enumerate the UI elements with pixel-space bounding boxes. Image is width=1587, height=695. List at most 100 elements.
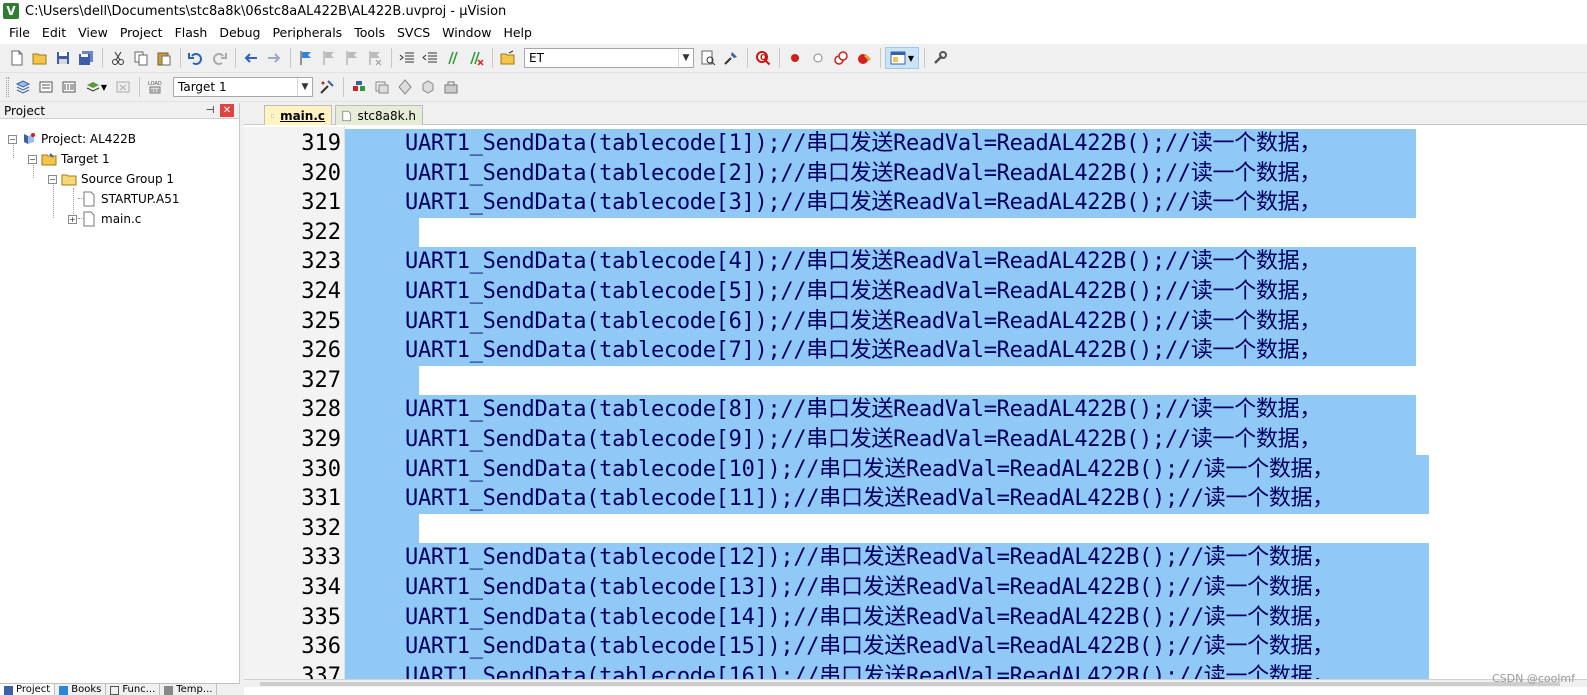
chevron-down-icon[interactable]: ▼ <box>297 78 312 96</box>
uncomment-icon[interactable] <box>465 47 487 69</box>
code-line[interactable]: 325 UART1_SendData(tablecode[6]);//串口发送Re… <box>244 306 1587 337</box>
code-text: UART1_SendData(tablecode[15]);//串口发送Read… <box>405 634 1334 660</box>
manage-rte-icon[interactable] <box>417 76 439 98</box>
configure-icon[interactable] <box>720 47 742 69</box>
tree-file-main[interactable]: + main.c <box>68 209 141 229</box>
code-line[interactable]: 328 UART1_SendData(tablecode[8]);//串口发送Re… <box>244 395 1587 426</box>
build-icon[interactable] <box>35 76 57 98</box>
tree-target-node[interactable]: − Target 1 <box>28 149 110 169</box>
code-line[interactable]: 326 UART1_SendData(tablecode[7]);//串口发送Re… <box>244 336 1587 367</box>
menu-debug[interactable]: Debug <box>213 22 266 44</box>
tab-books[interactable]: Books <box>55 684 107 695</box>
menu-tools[interactable]: Tools <box>348 22 391 44</box>
code-text: UART1_SendData(tablecode[2]);//串口发送ReadV… <box>405 160 1322 186</box>
save-all-button[interactable] <box>75 47 97 69</box>
open-file-button[interactable] <box>29 47 51 69</box>
tab-stc8a8k-h[interactable]: stc8a8k.h <box>335 105 423 125</box>
new-file-button[interactable] <box>6 47 28 69</box>
tree-group-node[interactable]: − Source Group 1 <box>48 169 174 189</box>
horizontal-scrollbar[interactable] <box>244 679 1587 687</box>
code-line[interactable]: 324 UART1_SendData(tablecode[5]);//串口发送Re… <box>244 277 1587 307</box>
bookmark-clear-icon[interactable] <box>364 47 386 69</box>
tab-project[interactable]: Project <box>0 684 56 695</box>
code-line[interactable]: 323 UART1_SendData(tablecode[4]);//串口发送Re… <box>244 247 1587 278</box>
code-line[interactable]: 334 UART1_SendData(tablecode[13]);//串口发送R… <box>244 573 1587 603</box>
tree-project-node[interactable]: − Project: AL422B <box>8 129 136 149</box>
kill-all-breakpoints-icon[interactable] <box>853 47 875 69</box>
menu-project[interactable]: Project <box>114 22 169 44</box>
menu-flash[interactable]: Flash <box>169 22 214 44</box>
bookmark-prev-icon[interactable] <box>318 47 340 69</box>
tab-functions[interactable]: Func... <box>106 684 161 695</box>
unindent-icon[interactable] <box>419 47 441 69</box>
manage-project-items-icon[interactable] <box>348 76 370 98</box>
title-bar: V C:\Users\dell\Documents\stc8a8k\06stc8… <box>0 0 1587 22</box>
menu-view[interactable]: View <box>72 22 114 44</box>
code-line[interactable]: 329 UART1_SendData(tablecode[9]);//串口发送Re… <box>244 425 1587 455</box>
toolbar-grip[interactable] <box>6 77 9 97</box>
enable-breakpoint-icon[interactable] <box>807 47 829 69</box>
code-line[interactable]: 331 UART1_SendData(tablecode[11]);//串口发送R… <box>244 484 1587 515</box>
chevron-down-icon[interactable]: ▼ <box>678 49 693 67</box>
menu-help[interactable]: Help <box>497 22 538 44</box>
rebuild-icon[interactable] <box>58 76 80 98</box>
menu-file[interactable]: File <box>3 22 36 44</box>
scrollbar-thumb[interactable] <box>260 682 1560 686</box>
cut-button[interactable] <box>107 47 129 69</box>
insert-breakpoint-icon[interactable] <box>784 47 806 69</box>
expand-toggle-icon[interactable]: + <box>68 214 77 224</box>
undo-button[interactable] <box>185 47 207 69</box>
pack-installer-icon[interactable] <box>440 76 462 98</box>
collapse-toggle-icon[interactable]: − <box>48 174 57 184</box>
file-icon <box>342 110 352 121</box>
paste-button[interactable] <box>153 47 175 69</box>
incremental-find-icon[interactable] <box>697 47 719 69</box>
find-in-files-icon[interactable] <box>497 47 519 69</box>
pin-icon[interactable]: ⊣ <box>203 104 217 118</box>
indent-icon[interactable] <box>396 47 418 69</box>
copy-button[interactable] <box>130 47 152 69</box>
bookmark-toggle-icon[interactable] <box>295 47 317 69</box>
code-line[interactable]: 336 UART1_SendData(tablecode[15]);//串口发送R… <box>244 632 1587 663</box>
target-select[interactable]: Target 1 ▼ <box>173 77 313 97</box>
target-options-icon[interactable] <box>316 76 338 98</box>
configuration-wrench-icon[interactable] <box>929 47 951 69</box>
code-editor[interactable]: 319 UART1_SendData(tablecode[1]);//串口发送Re… <box>244 127 1587 687</box>
collapse-toggle-icon[interactable]: − <box>8 134 17 144</box>
code-line[interactable]: 333 UART1_SendData(tablecode[12]);//串口发送R… <box>244 543 1587 574</box>
code-line[interactable]: 319 UART1_SendData(tablecode[1]);//串口发送Re… <box>244 129 1587 159</box>
code-line[interactable]: 322 <box>244 217 1587 248</box>
navigate-forward-icon[interactable] <box>263 47 285 69</box>
file-extensions-icon[interactable] <box>371 76 393 98</box>
comment-icon[interactable] <box>442 47 464 69</box>
tree-file-startup[interactable]: STARTUP.A51 <box>81 189 179 209</box>
menu-edit[interactable]: Edit <box>36 22 72 44</box>
download-load-icon[interactable]: LOAD <box>144 76 166 98</box>
collapse-toggle-icon[interactable]: − <box>28 154 37 164</box>
code-line[interactable]: 332 <box>244 513 1587 544</box>
menu-peripherals[interactable]: Peripherals <box>266 22 348 44</box>
bookmark-next-icon[interactable] <box>341 47 363 69</box>
code-line[interactable]: 335 UART1_SendData(tablecode[14]);//串口发送R… <box>244 602 1587 633</box>
find-combo[interactable]: ET ▼ <box>524 48 694 68</box>
select-packs-icon[interactable] <box>394 76 416 98</box>
disable-all-breakpoints-icon[interactable] <box>830 47 852 69</box>
tab-main-c[interactable]: main.c <box>264 105 332 125</box>
batch-build-button[interactable]: ▼ <box>81 76 111 98</box>
menu-svcs[interactable]: SVCS <box>391 22 436 44</box>
menu-window[interactable]: Window <box>436 22 497 44</box>
navigate-back-icon[interactable] <box>240 47 262 69</box>
redo-button[interactable] <box>208 47 230 69</box>
translate-icon[interactable] <box>12 76 34 98</box>
code-line[interactable]: 327 <box>244 365 1587 396</box>
start-debug-icon[interactable]: Q <box>752 47 774 69</box>
save-button[interactable] <box>52 47 74 69</box>
selection-highlight <box>345 217 419 248</box>
close-icon[interactable]: ✕ <box>220 104 234 117</box>
stop-build-icon[interactable] <box>112 76 134 98</box>
code-line[interactable]: 320 UART1_SendData(tablecode[2]);//串口发送Re… <box>244 158 1587 189</box>
code-line[interactable]: 321 UART1_SendData(tablecode[3]);//串口发送Re… <box>244 188 1587 219</box>
code-line[interactable]: 330 UART1_SendData(tablecode[10]);//串口发送R… <box>244 454 1587 485</box>
tab-templates[interactable]: Temp... <box>160 684 218 695</box>
window-layout-button[interactable]: ▼ <box>885 47 919 69</box>
